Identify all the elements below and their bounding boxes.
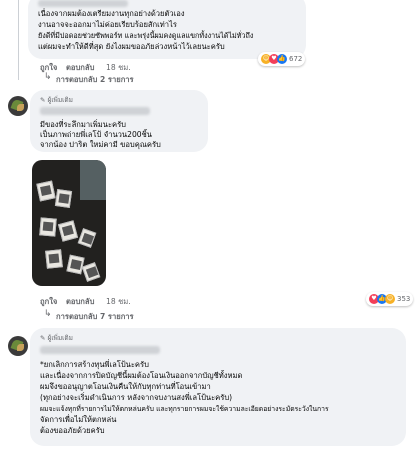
reaction-count: 672	[289, 55, 303, 63]
comment-text-line: งานอาจจะออกมาไม่ค่อยเรียบร้อยสักเท่าไร	[38, 20, 177, 29]
reply-thread-line	[18, 0, 19, 80]
badge-label: ผู้เพิ่มเติม	[47, 334, 73, 342]
view-replies-link[interactable]: การตอบกลับ 2 รายการ	[56, 74, 134, 86]
comment-text-line: ผมจึงขออนุญาตโอนเงินคืนให้กับทุกท่านที่โ…	[40, 382, 211, 391]
reaction-summary[interactable]: ☺ ♥ 👍 672	[258, 52, 306, 66]
redacted-name	[38, 0, 128, 7]
comment-text-line: แต่ผมจะทำให้ดีที่สุด ยังไงผมขออภัยล่วงหน…	[38, 42, 225, 51]
avatar[interactable]	[8, 336, 28, 356]
comment-text-line: มีของที่ระลึกมาเพิ่มนะครับ	[40, 120, 127, 129]
comment-text-line: ต้องขออภัยด้วยครับ	[40, 426, 105, 435]
reply-arrow-icon: ↳	[44, 309, 52, 319]
redacted-name	[40, 107, 150, 115]
comment-text-line: ยังดีที่มีปอดอยช่วยซัพพอร์ท และพรุ่งนี้ผ…	[38, 31, 254, 40]
reaction-count: 353	[397, 295, 411, 303]
comment-time: 18 ชม.	[106, 297, 131, 306]
contributor-badge: ✎ ผู้เพิ่มเติม	[40, 95, 73, 105]
like-reaction-icon: 👍	[277, 54, 287, 64]
comment-text-line: ผมจะแจ้งทุกที่รายการไม่ให้ตกหล่นครับ และ…	[40, 405, 329, 413]
comment-text-line: (ทุกอย่างจะเริ่มดำเนินการ หลังจากจบงานสง…	[40, 393, 233, 402]
comment-text-line: เป็นภาพถ่ายพี่เลโป้ จำนวน200ชิ้น	[40, 130, 152, 139]
reply-link[interactable]: ตอบกลับ	[66, 296, 94, 308]
comment-bubble: เนื่องจากผมต้องเตรียมงานทุกอย่างด้วยตัวเ…	[28, 0, 306, 59]
like-link[interactable]: ถูกใจ	[40, 296, 57, 308]
reply-arrow-icon: ↳	[44, 72, 52, 82]
avatar[interactable]	[8, 96, 28, 116]
comment-photo[interactable]	[32, 160, 106, 286]
comment-text-line: เนื่องจากผมต้องเตรียมงานทุกอย่างด้วยตัวเ…	[38, 9, 185, 18]
contributor-badge-icon: ✎	[40, 334, 46, 342]
comment-text-line: *ยกเลิกการสร้างทุนพี่เลโป้นะครับ	[40, 360, 149, 369]
contributor-badge-icon: ✎	[40, 96, 46, 104]
comment-bubble: ✎ ผู้เพิ่มเติม *ยกเลิกการสร้างทุนพี่เลโป…	[30, 328, 406, 446]
reaction-summary[interactable]: ♥ 👍 ☺ 353	[366, 292, 414, 306]
comment-text-line: จากน้อง ปาริต ใหม่คามี ขอบคุณครับ	[40, 140, 161, 149]
badge-label: ผู้เพิ่มเติม	[47, 96, 73, 104]
reply-link[interactable]: ตอบกลับ	[66, 62, 94, 74]
comment-text-line: จัดการเพื่อไม่ให้ตกหล่น	[40, 415, 117, 424]
comment-bubble: ✎ ผู้เพิ่มเติม มีของที่ระลึกมาเพิ่มนะครั…	[30, 90, 208, 152]
redacted-name	[40, 346, 160, 354]
view-replies-link[interactable]: การตอบกลับ 7 รายการ	[56, 311, 134, 323]
contributor-badge: ✎ ผู้เพิ่มเติม	[40, 333, 73, 343]
comment-time: 18 ชม.	[106, 63, 131, 72]
haha-reaction-icon: ☺	[385, 294, 395, 304]
comment-text-line: และเนื่องจากการปิดบัญชีนี้ผมต้องโอนเงินอ…	[40, 371, 243, 380]
